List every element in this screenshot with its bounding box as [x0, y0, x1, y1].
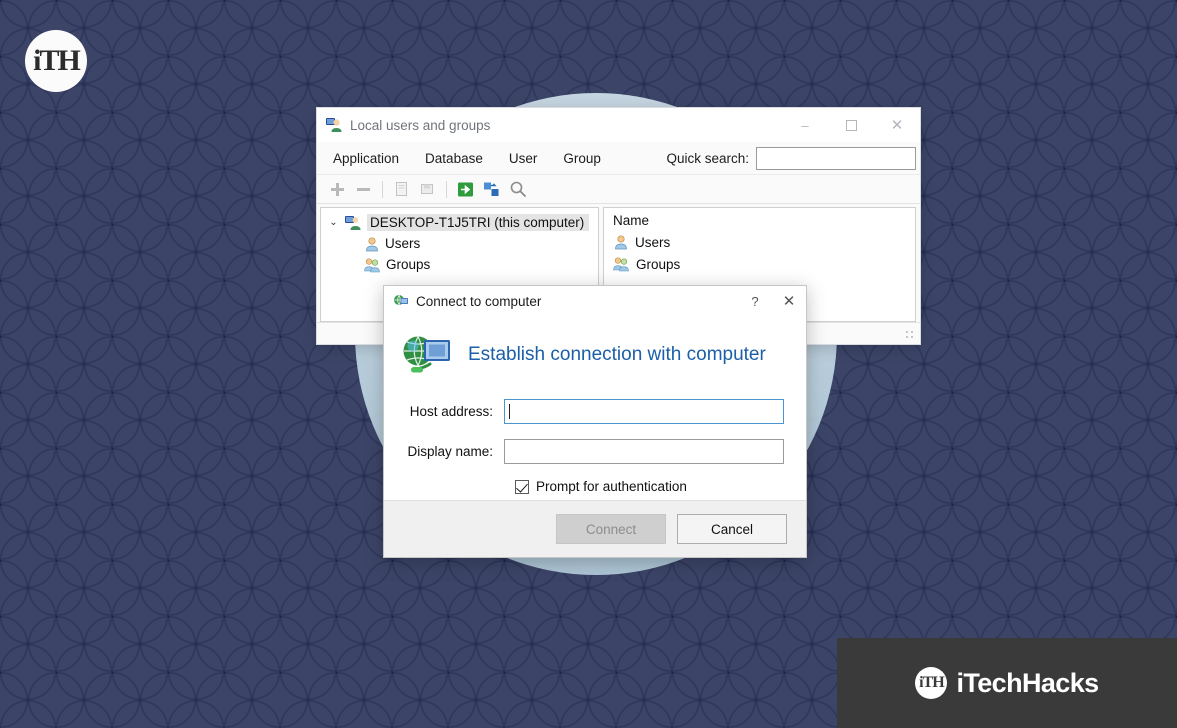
- window-controls: – ✕: [782, 108, 920, 142]
- menu-group[interactable]: Group: [563, 151, 601, 166]
- dialog-help-button[interactable]: ?: [738, 286, 772, 316]
- chevron-down-icon[interactable]: ⌄: [327, 217, 340, 228]
- tree-item-users[interactable]: Users: [321, 233, 598, 254]
- connect-button[interactable]: Connect: [556, 514, 666, 544]
- computer-users-icon: [345, 215, 362, 231]
- tree-root-row[interactable]: ⌄ DESKTOP-T1J5TRI (this computer): [321, 212, 598, 233]
- search-icon[interactable]: [506, 178, 529, 201]
- host-address-row: Host address:: [402, 399, 784, 424]
- connect-computer-icon: [393, 294, 409, 309]
- connect-to-computer-dialog: Connect to computer ? ✕ Establish connec…: [383, 285, 807, 558]
- window-menubar: Application Database User Group Quick se…: [317, 142, 920, 175]
- menu-application[interactable]: Application: [333, 151, 399, 166]
- refresh-icon[interactable]: [480, 178, 503, 201]
- tree-root-label[interactable]: DESKTOP-T1J5TRI (this computer): [367, 214, 590, 231]
- dialog-footer: Connect Cancel: [384, 500, 806, 557]
- display-name-row: Display name:: [402, 439, 784, 464]
- menu-database[interactable]: Database: [425, 151, 483, 166]
- minimize-button[interactable]: –: [782, 108, 828, 142]
- group-icon: [613, 256, 630, 272]
- display-name-label: Display name:: [407, 444, 493, 459]
- display-name-field[interactable]: [504, 439, 784, 464]
- list-item-label: Groups: [636, 256, 681, 272]
- host-address-field[interactable]: [504, 399, 784, 424]
- list-item-label: Users: [635, 234, 671, 250]
- dialog-headline: Establish connection with computer: [468, 344, 766, 365]
- user-icon: [613, 234, 629, 250]
- close-button[interactable]: ✕: [874, 108, 920, 142]
- tree-item-groups[interactable]: Groups: [321, 254, 598, 275]
- window-title: Local users and groups: [350, 117, 491, 133]
- save-document-icon[interactable]: [416, 178, 439, 201]
- toolbar-separator-2: [446, 180, 447, 198]
- resize-grip[interactable]: [905, 330, 917, 342]
- window-titlebar: Local users and groups – ✕: [317, 108, 920, 142]
- itechhacks-round-logo: iTH: [25, 30, 87, 92]
- watermark-text: iTechHacks: [956, 667, 1099, 698]
- screen: iTH Local users and groups – ✕ Applicati…: [0, 0, 1177, 728]
- prompt-for-authentication-row[interactable]: Prompt for authentication: [515, 479, 784, 494]
- globe-monitor-icon: [402, 334, 454, 376]
- dialog-body: Establish connection with computer Host …: [384, 316, 806, 500]
- itechhacks-watermark: iTH iTechHacks: [837, 638, 1177, 728]
- window-toolbar: [317, 175, 920, 204]
- add-icon[interactable]: [326, 178, 349, 201]
- menu-user[interactable]: User: [509, 151, 538, 166]
- quick-search-input[interactable]: [756, 147, 916, 170]
- user-icon: [364, 236, 380, 252]
- prompt-for-authentication-checkbox[interactable]: [515, 479, 529, 494]
- prompt-for-authentication-label: Prompt for authentication: [536, 479, 687, 494]
- dialog-titlebar: Connect to computer ? ✕: [384, 286, 806, 316]
- watermark-logo-mark: iTH: [915, 667, 948, 699]
- quick-search-label: Quick search:: [666, 151, 749, 166]
- tree-item-label: Users: [385, 236, 421, 251]
- dialog-banner: Establish connection with computer: [402, 334, 784, 376]
- maximize-button[interactable]: [828, 108, 874, 142]
- list-item[interactable]: Users: [604, 231, 915, 253]
- users-and-groups-icon: [326, 117, 343, 133]
- tree-item-label: Groups: [386, 257, 431, 272]
- dialog-close-button[interactable]: ✕: [772, 286, 806, 316]
- cancel-button[interactable]: Cancel: [677, 514, 787, 544]
- corner-logo-text: iTH: [33, 44, 81, 77]
- group-icon: [364, 257, 381, 273]
- dialog-title: Connect to computer: [416, 293, 542, 309]
- text-caret: [509, 404, 510, 419]
- connect-icon[interactable]: [454, 178, 477, 201]
- host-address-label: Host address:: [409, 404, 493, 419]
- remove-icon[interactable]: [352, 178, 375, 201]
- list-item[interactable]: Groups: [604, 253, 915, 275]
- quick-search-area: Quick search:: [666, 147, 916, 170]
- toolbar-separator-1: [382, 180, 383, 198]
- list-column-header-name[interactable]: Name: [604, 212, 915, 231]
- new-document-icon[interactable]: [390, 178, 413, 201]
